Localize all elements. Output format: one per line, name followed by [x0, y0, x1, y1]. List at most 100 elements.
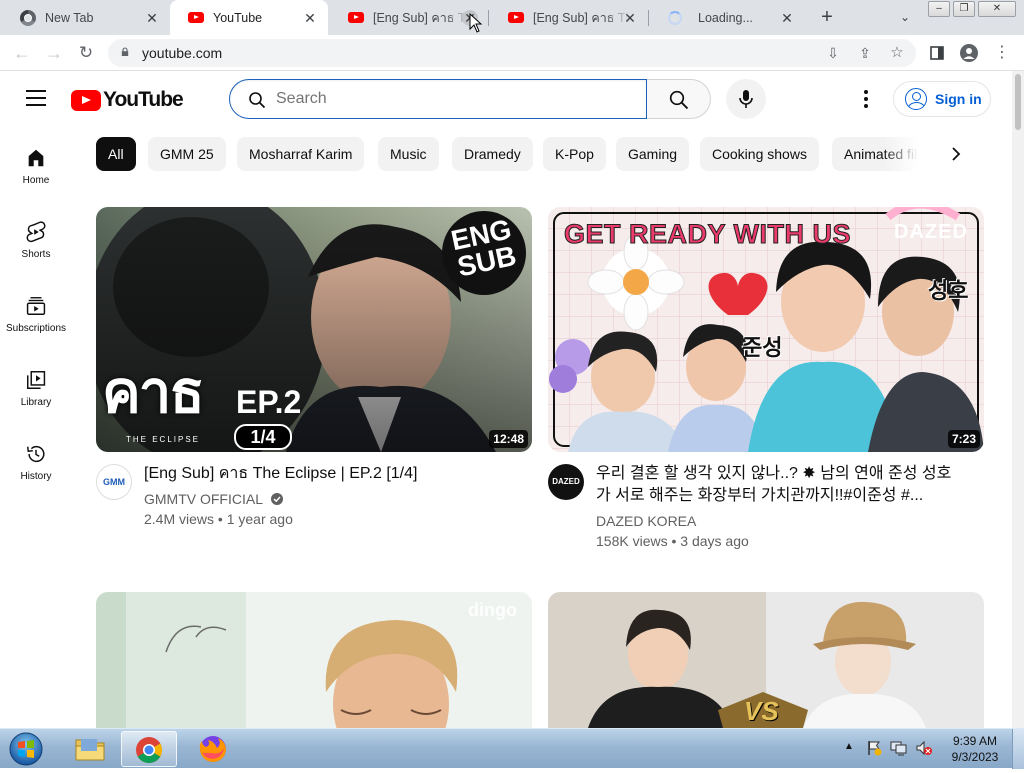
tab-new-tab[interactable]: New Tab ✕ — [2, 0, 170, 35]
channel-name-row[interactable]: GMMTV OFFICIAL — [144, 489, 284, 509]
page-scrollbar[interactable] — [1012, 71, 1024, 728]
guide-item-shorts[interactable]: Shorts — [0, 207, 72, 281]
video-thumbnail[interactable]: GET READY WITH US DAZED 준성 성호 7:23 — [548, 207, 984, 452]
settings-more-icon[interactable] — [854, 87, 878, 111]
youtube-logo[interactable]: YouTube — [71, 88, 184, 112]
channel-avatar[interactable]: DAZED — [548, 464, 584, 500]
chip-dramedy[interactable]: Dramedy — [452, 137, 533, 171]
action-center-flag-icon[interactable] — [866, 740, 882, 759]
taskbar-firefox-button[interactable] — [184, 731, 240, 767]
search-box[interactable] — [229, 79, 647, 119]
video-thumbnail[interactable]: ENG SUB คาธ THE ECLIPSE EP.2 1/4 12:48 — [96, 207, 532, 452]
channel-name[interactable]: GMMTV OFFICIAL — [144, 491, 262, 507]
taskbar-chrome-button[interactable] — [121, 731, 177, 767]
search-icon — [249, 92, 266, 109]
show-desktop-button[interactable] — [1012, 729, 1024, 769]
volume-muted-icon[interactable] — [915, 740, 933, 759]
mouse-cursor-icon — [469, 13, 483, 33]
hamburger-menu-icon[interactable] — [26, 90, 46, 106]
channel-avatar[interactable]: GMM — [96, 464, 132, 500]
forward-button[interactable]: → — [42, 41, 66, 65]
taskbar-explorer-button[interactable] — [62, 731, 118, 767]
search-input[interactable] — [276, 80, 636, 118]
scrollbar-thumb[interactable] — [1015, 74, 1021, 130]
verified-badge-icon — [271, 493, 284, 505]
tab-eng-sub-1[interactable]: [Eng Sub] คาธ The Eclipse ✕ — [330, 0, 488, 35]
voice-search-button[interactable] — [726, 79, 766, 119]
chip-mosharraf-karim[interactable]: Mosharraf Karim — [237, 137, 365, 171]
tray-overflow-icon[interactable]: ▲ — [844, 741, 854, 752]
video-title[interactable]: 우리 결혼 할 생각 있지 않나..? ✸ 남의 연애 준성 성호가 서로 해주… — [596, 463, 966, 507]
search-button[interactable] — [647, 79, 711, 119]
share-icon[interactable]: ⇪ — [854, 42, 876, 64]
tab-search-chevron-icon[interactable]: ⌄ — [896, 7, 914, 27]
chip-all[interactable]: All — [96, 137, 136, 171]
guide-item-library[interactable]: Library — [0, 355, 72, 429]
close-tab-icon[interactable]: ✕ — [779, 10, 795, 26]
chip-animated-films[interactable]: Animated films — [832, 137, 918, 171]
show-logo-text: คาธ — [102, 360, 205, 425]
chrome-menu-icon[interactable]: ⋮ — [991, 42, 1013, 64]
browser-toolbar: ← → ↻ youtube.com ⇩ ⇪ ☆ ⋮ — [0, 35, 1024, 71]
lock-icon[interactable] — [121, 47, 129, 57]
minimize-window-button[interactable]: – — [928, 1, 950, 17]
taskbar-clock[interactable]: 9:39 AM 9/3/2023 — [946, 733, 1004, 765]
video-thumbnail[interactable]: dingo — [96, 592, 532, 728]
close-window-button[interactable]: ✕ — [978, 1, 1016, 17]
chip-gmm-25[interactable]: GMM 25 — [148, 137, 226, 171]
clock-time: 9:39 AM — [952, 734, 998, 748]
tab-loading[interactable]: Loading... ✕ — [650, 0, 805, 35]
chip-k-pop[interactable]: K-Pop — [543, 137, 606, 171]
channel-name[interactable]: DAZED KOREA — [596, 511, 696, 531]
side-panel-icon[interactable] — [926, 42, 948, 64]
tab-eng-sub-2[interactable]: [Eng Sub] คาธ The Eclipse ✕ — [490, 0, 648, 35]
chrome-icon — [136, 737, 163, 764]
install-app-icon[interactable]: ⇩ — [822, 42, 844, 64]
youtube-play-logo-icon — [71, 89, 101, 111]
thumbnail-name-1: 준성 — [742, 335, 783, 360]
tab-youtube[interactable]: YouTube ✕ — [170, 0, 328, 35]
address-bar[interactable]: youtube.com ⇩ ⇪ ☆ — [108, 39, 916, 67]
chip-music[interactable]: Music — [378, 137, 439, 171]
back-button[interactable]: ← — [10, 41, 34, 65]
bookmark-star-icon[interactable]: ☆ — [886, 42, 908, 64]
close-tab-icon[interactable]: ✕ — [302, 10, 318, 26]
chip-cooking-shows[interactable]: Cooking shows — [700, 137, 819, 171]
view-count: 158K views — [596, 533, 668, 549]
shorts-icon — [26, 221, 46, 243]
sign-in-label: Sign in — [935, 91, 982, 107]
youtube-icon — [348, 12, 364, 23]
video-duration: 7:23 — [947, 430, 980, 448]
close-tab-icon[interactable]: ✕ — [622, 10, 638, 26]
profile-avatar-icon[interactable] — [958, 42, 980, 64]
new-tab-button[interactable]: + — [816, 6, 838, 28]
guide-item-home[interactable]: Home — [0, 133, 72, 207]
episode-label: EP.2 — [236, 384, 302, 420]
video-title[interactable]: [Eng Sub] คาธ The Eclipse | EP.2 [1/4] — [144, 463, 524, 485]
channel-avatar-text: DAZED — [552, 477, 580, 486]
chips-next-chevron-icon[interactable] — [940, 138, 972, 170]
thumbnail-name-2: 성호 — [928, 278, 969, 303]
reload-button[interactable]: ↻ — [74, 41, 98, 65]
close-tab-icon[interactable]: ✕ — [144, 10, 160, 26]
guide-item-label: Home — [22, 175, 50, 186]
browser-tab-strip: New Tab ✕ YouTube ✕ [Eng Sub] คาธ The Ec… — [0, 0, 1024, 35]
guide-item-history[interactable]: History — [0, 429, 72, 503]
start-button[interactable] — [6, 731, 46, 767]
library-icon — [27, 371, 46, 389]
network-icon[interactable] — [890, 740, 908, 759]
guide-item-label: Shorts — [21, 249, 51, 260]
video-thumbnail-image — [96, 592, 532, 728]
guide-item-label: Library — [20, 397, 52, 408]
sign-in-button[interactable]: Sign in — [893, 81, 991, 117]
restore-window-button[interactable]: ❐ — [953, 1, 975, 17]
url-text[interactable]: youtube.com — [142, 45, 222, 61]
guide-item-subscriptions[interactable]: Subscriptions — [0, 281, 72, 355]
tab-title: [Eng Sub] คาธ The Eclipse — [373, 10, 469, 25]
logo-wordmark: YouTube — [103, 88, 184, 111]
thumbnail-brand: DAZED — [894, 221, 968, 243]
show-subtitle-text: THE ECLIPSE — [126, 435, 201, 444]
thumbnail-mark: VS — [744, 696, 779, 726]
chip-gaming[interactable]: Gaming — [616, 137, 690, 171]
video-thumbnail[interactable]: VS — [548, 592, 984, 728]
